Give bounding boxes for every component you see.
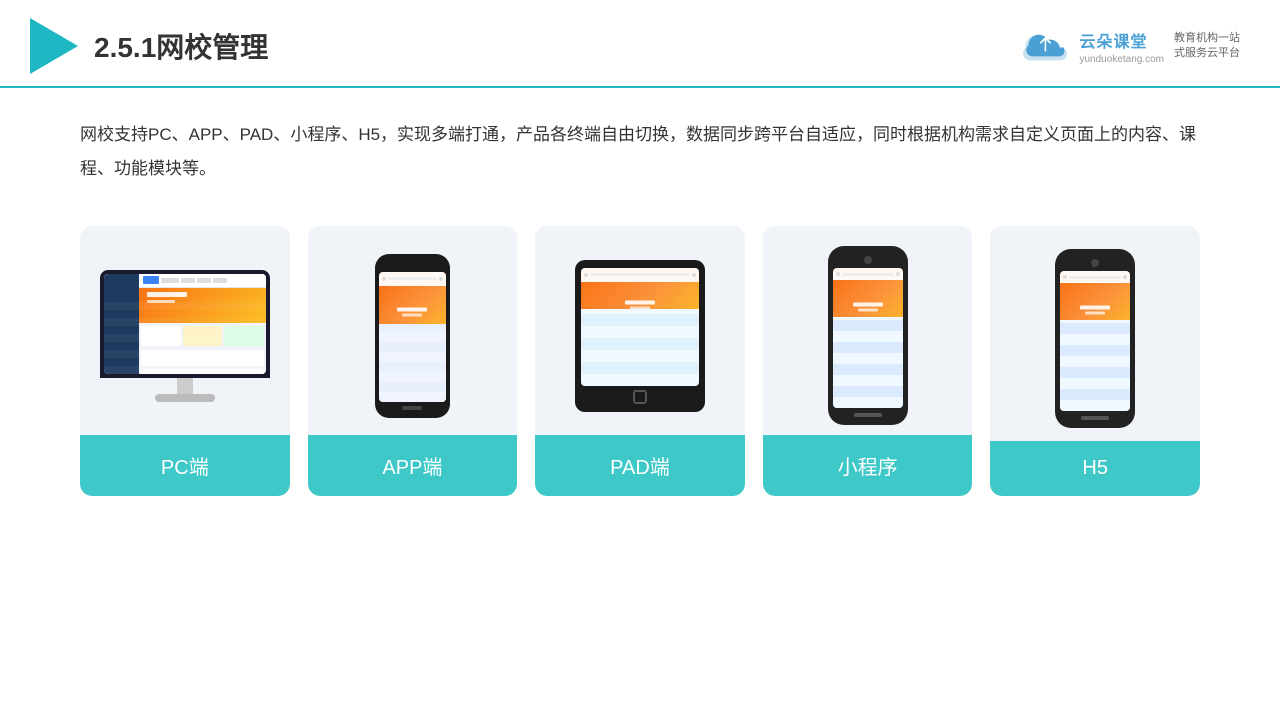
cloud-logo-icon <box>1023 28 1071 64</box>
pc-card: PC端 <box>80 226 290 496</box>
h5-phone-camera <box>1091 259 1099 267</box>
app-card: APP端 <box>308 226 518 496</box>
header-left: 2.5.1网校管理 <box>30 18 268 74</box>
cards-container: PC端 <box>80 226 1200 496</box>
pc-monitor <box>100 270 270 402</box>
mini-phone-screen <box>833 268 903 408</box>
phone-home-button <box>402 406 422 410</box>
pc-image-area <box>80 226 290 435</box>
tablet-home-button <box>633 390 647 404</box>
h5-phone <box>1055 249 1135 428</box>
brand-name: 云朵课堂 <box>1079 28 1147 52</box>
page-title: 2.5.1网校管理 <box>94 26 268 66</box>
description-text: 网校支持PC、APP、PAD、小程序、H5，实现多端打通，产品各终端自由切换，数… <box>80 118 1200 186</box>
h5-card: H5 <box>990 226 1200 496</box>
brand-logo: 云朵课堂 yunduoketang.com <box>1023 28 1164 65</box>
monitor-neck <box>177 378 193 394</box>
brand-text: 云朵课堂 yunduoketang.com <box>1079 28 1164 65</box>
phone-device <box>375 254 450 418</box>
miniprogram-card: 小程序 <box>763 226 973 496</box>
main-content: 网校支持PC、APP、PAD、小程序、H5，实现多端打通，产品各终端自由切换，数… <box>0 88 1280 516</box>
h5-image-area <box>990 226 1200 441</box>
miniprogram-phone <box>828 246 908 425</box>
pad-card-label: PAD端 <box>535 435 745 496</box>
app-card-label: APP端 <box>308 435 518 496</box>
pc-card-label: PC端 <box>80 435 290 496</box>
h5-phone-bar <box>1081 416 1109 420</box>
tablet-screen <box>581 268 699 386</box>
miniprogram-image-area <box>763 226 973 435</box>
brand-slogan: 教育机构一站 式服务云平台 <box>1174 31 1240 62</box>
phone-screen <box>379 272 446 402</box>
app-image-area <box>308 226 518 435</box>
page-header: 2.5.1网校管理 云朵课堂 yunduoketang.com 教育机构一站 式… <box>0 0 1280 88</box>
miniprogram-card-label: 小程序 <box>763 435 973 496</box>
h5-phone-screen <box>1060 271 1130 411</box>
mini-phone-bar <box>854 413 882 417</box>
logo-triangle-icon <box>30 18 78 74</box>
h5-card-label: H5 <box>990 441 1200 496</box>
monitor-base <box>155 394 215 402</box>
phone-notch <box>400 262 424 268</box>
header-right: 云朵课堂 yunduoketang.com 教育机构一站 式服务云平台 <box>1023 28 1240 65</box>
tablet-device <box>575 260 705 412</box>
pad-card: PAD端 <box>535 226 745 496</box>
mini-phone-camera <box>864 256 872 264</box>
monitor-screen-wrapper <box>100 270 270 378</box>
pad-image-area <box>535 226 745 435</box>
brand-url: yunduoketang.com <box>1079 54 1164 65</box>
monitor-screen <box>104 274 266 374</box>
